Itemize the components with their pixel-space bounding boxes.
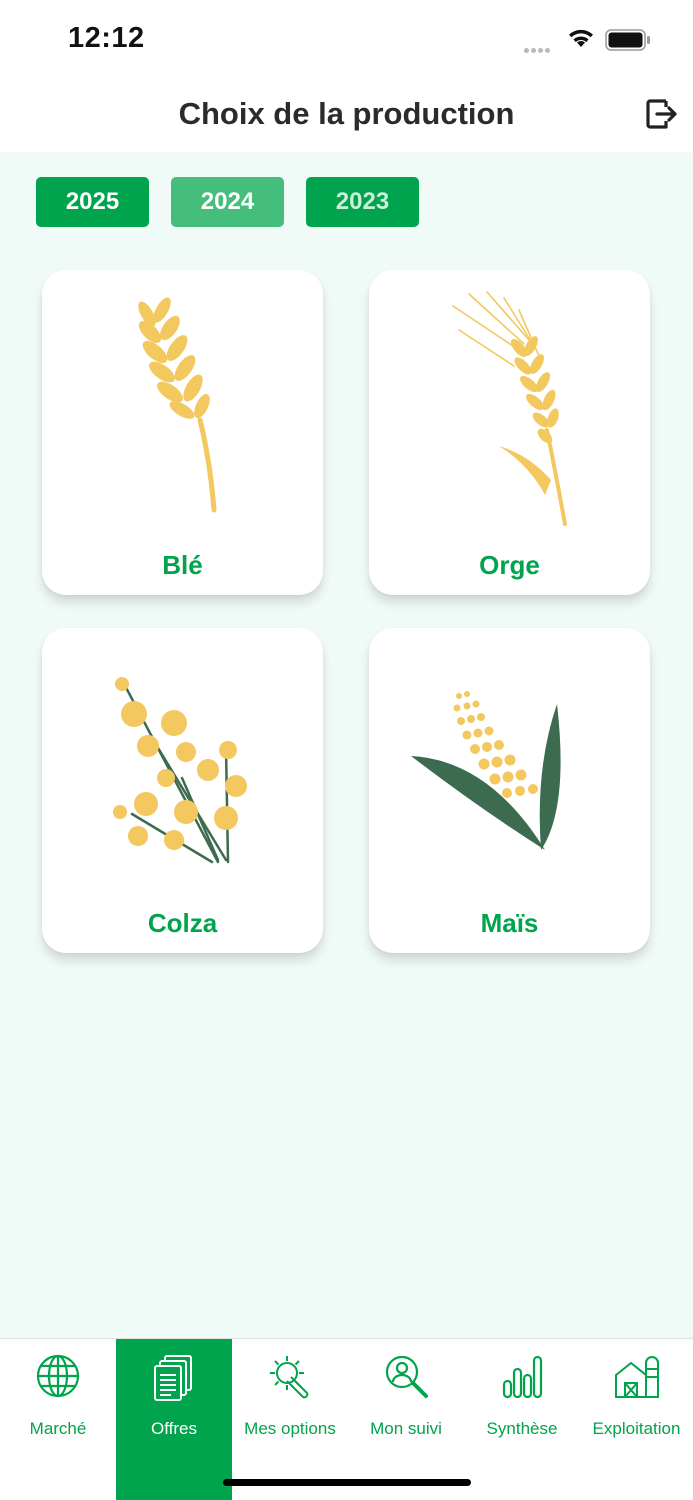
tab-label: Mon suivi — [370, 1419, 442, 1438]
year-button-2024[interactable]: 2024 — [171, 177, 284, 227]
crop-label: Blé — [162, 550, 203, 580]
tab-label: Marché — [29, 1419, 87, 1438]
crop-label: Maïs — [480, 908, 539, 938]
tab-label: Exploitation — [592, 1419, 681, 1438]
wheat-icon — [138, 297, 217, 513]
cellular-signal-icon — [524, 40, 552, 58]
home-indicator — [223, 1479, 471, 1486]
tab-label: Synthèse — [486, 1419, 558, 1438]
tab-label: Offres — [151, 1419, 197, 1438]
year-button-2023[interactable]: 2023 — [306, 177, 419, 227]
crop-label: Orge — [479, 550, 540, 580]
farm-icon — [614, 1356, 659, 1398]
status-bar: 12:12 — [0, 0, 693, 80]
documents-icon — [154, 1355, 192, 1401]
crop-card-ble[interactable]: Blé — [42, 270, 323, 595]
logout-icon[interactable] — [644, 96, 680, 132]
tab-marche[interactable]: Marché — [0, 1339, 116, 1500]
crop-card-orge[interactable]: Orge — [369, 270, 650, 595]
status-time: 12:12 — [68, 22, 145, 54]
barley-icon — [452, 291, 567, 526]
bottom-tab-bar: Marché Offres Mes options Mon suivi Synt… — [0, 1338, 693, 1500]
corn-icon — [411, 691, 561, 850]
battery-icon — [605, 29, 650, 51]
tab-mon-suivi[interactable]: Mon suivi — [348, 1339, 464, 1500]
crop-card-colza[interactable]: Colza — [42, 628, 323, 953]
tab-exploitation[interactable]: Exploitation — [580, 1339, 693, 1500]
tab-offres[interactable]: Offres — [116, 1339, 232, 1500]
year-button-2025[interactable]: 2025 — [36, 177, 149, 227]
bar-chart-icon — [502, 1355, 543, 1399]
wifi-icon — [569, 29, 593, 47]
page-title: Choix de la production — [178, 96, 515, 131]
rapeseed-icon — [113, 677, 247, 864]
search-user-icon — [385, 1355, 428, 1398]
crop-label: Colza — [147, 908, 218, 938]
tab-label: Mes options — [244, 1419, 336, 1438]
app-header: Choix de la production — [0, 80, 693, 152]
tab-mes-options[interactable]: Mes options — [232, 1339, 348, 1500]
crop-card-mais[interactable]: Maïs — [369, 628, 650, 953]
gear-wrench-icon — [270, 1356, 309, 1399]
tab-synthese[interactable]: Synthèse — [464, 1339, 580, 1500]
globe-icon — [36, 1354, 80, 1398]
